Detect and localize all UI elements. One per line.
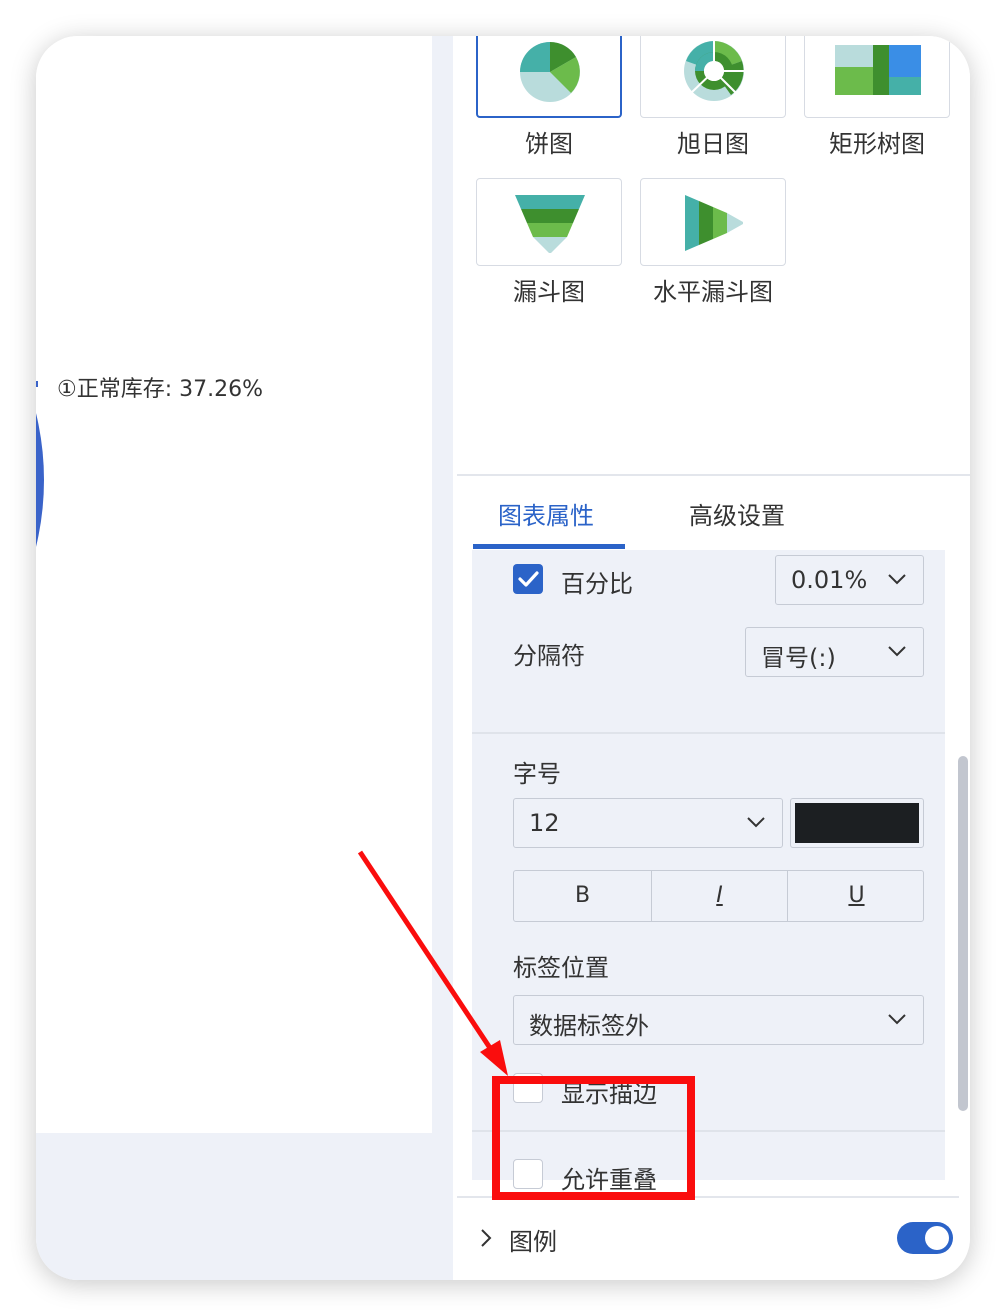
- funnel-chart-icon: [515, 195, 585, 253]
- chevron-down-icon: [888, 646, 906, 657]
- chevron-down-icon: [747, 817, 765, 828]
- chart-type-sunburst-label: 旭日图: [677, 130, 749, 158]
- percent-precision-select[interactable]: 0.01%: [775, 555, 924, 605]
- chart-type-horizontal-funnel-label: 水平漏斗图: [653, 278, 773, 306]
- canvas-bottom-area: [36, 1133, 453, 1280]
- separator-select[interactable]: 冒号(:): [745, 627, 924, 677]
- font-size-value: 12: [529, 809, 560, 837]
- italic-button[interactable]: I: [651, 871, 788, 921]
- chart-type-funnel[interactable]: [476, 178, 622, 266]
- label-position-value: 数据标签外: [529, 1012, 649, 1040]
- sunburst-chart-icon: [684, 40, 744, 101]
- pie-chart-icon: [520, 41, 580, 102]
- tab-chart-properties[interactable]: 图表属性: [498, 496, 594, 531]
- label-position-select[interactable]: 数据标签外: [513, 995, 924, 1045]
- percent-checkbox[interactable]: [513, 564, 543, 594]
- horizontal-funnel-chart-icon: [685, 195, 743, 251]
- treemap-chart-icon: [835, 45, 921, 95]
- chart-type-horizontal-funnel[interactable]: [640, 178, 786, 266]
- pie-slice-edge: [36, 196, 44, 764]
- chart-type-pie[interactable]: [476, 36, 622, 118]
- chevron-right-icon[interactable]: [479, 1228, 493, 1248]
- active-tab-indicator: [473, 544, 625, 549]
- legend-section[interactable]: 图例: [473, 1212, 953, 1262]
- toggle-knob: [925, 1226, 949, 1250]
- font-color-fill: [795, 803, 919, 843]
- panel-scrollbar[interactable]: [958, 756, 968, 1111]
- tab-advanced-settings[interactable]: 高级设置: [689, 496, 785, 531]
- pie-label-leader: [36, 381, 38, 387]
- chevron-down-icon: [888, 574, 906, 585]
- chart-type-funnel-label: 漏斗图: [513, 278, 585, 306]
- chart-type-sunburst[interactable]: [640, 36, 786, 118]
- label-position-label: 标签位置: [513, 954, 609, 982]
- separator-label: 分隔符: [513, 642, 585, 670]
- bold-button[interactable]: B: [514, 871, 651, 921]
- chevron-down-icon: [888, 1014, 906, 1025]
- chart-canvas: ①正常库存: 37.26%: [36, 36, 432, 1133]
- legend-label: 图例: [509, 1228, 557, 1256]
- chart-type-treemap[interactable]: [804, 36, 950, 118]
- font-color-picker[interactable]: [790, 798, 924, 848]
- legend-toggle[interactable]: [897, 1222, 953, 1254]
- separator-value: 冒号(:): [761, 644, 836, 672]
- percent-precision-value: 0.01%: [791, 566, 868, 594]
- text-style-group: B I U: [513, 870, 924, 922]
- chart-type-grid: 饼图 旭日图 矩形树图 漏斗图 水平漏斗图: [453, 36, 970, 474]
- pie-data-label: ①正常库存: 37.26%: [57, 377, 264, 402]
- font-size-select[interactable]: 12: [513, 798, 783, 848]
- chart-type-pie-label: 饼图: [525, 130, 573, 158]
- properties-divider: [472, 732, 945, 734]
- annotation-highlight-box: [492, 1076, 695, 1200]
- check-icon: [518, 571, 539, 587]
- property-tabs: 图表属性 高级设置: [473, 476, 970, 550]
- chart-type-treemap-label: 矩形树图: [829, 130, 925, 158]
- underline-button[interactable]: U: [788, 871, 925, 921]
- font-size-label: 字号: [513, 760, 561, 788]
- percent-label: 百分比: [561, 570, 633, 598]
- canvas-gutter: [432, 36, 453, 1133]
